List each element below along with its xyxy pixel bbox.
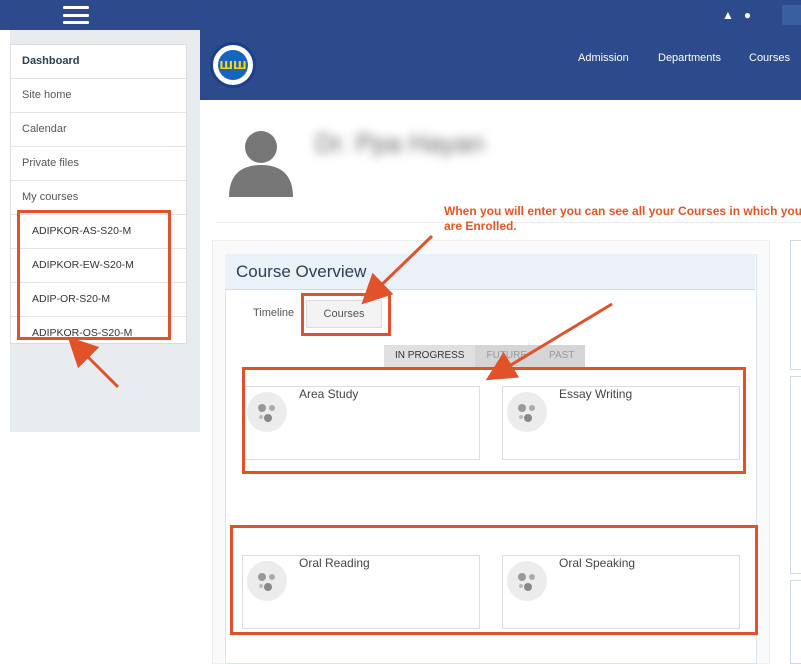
university-logo[interactable]: ШШ <box>210 42 256 88</box>
logo-emblem: ШШ <box>218 50 248 80</box>
annotation-box-courses-tab <box>301 293 391 336</box>
subtab-in-progress[interactable]: IN PROGRESS <box>384 345 476 367</box>
side-block-1 <box>790 240 801 370</box>
nav-admission[interactable]: Admission <box>578 52 629 64</box>
annotation-note: When you will enter you can see all your… <box>444 204 801 233</box>
side-block-2 <box>790 376 801 574</box>
annotation-box-courses-row-2 <box>230 525 758 635</box>
hamburger-menu-icon[interactable] <box>63 6 89 24</box>
nav-item-calendar[interactable]: Calendar <box>11 113 186 147</box>
profile-name: Dr. Ppa Hayan <box>315 128 485 158</box>
user-menu-avatar[interactable] <box>782 5 801 25</box>
annotation-box-sidebar-courses <box>17 210 171 340</box>
messages-icon[interactable]: ● <box>744 8 751 22</box>
nav-item-dashboard[interactable]: Dashboard <box>11 45 186 79</box>
user-avatar-icon <box>229 131 293 197</box>
nav-courses[interactable]: Courses <box>749 52 790 64</box>
side-block-3 <box>790 580 801 664</box>
subtab-past[interactable]: PAST <box>538 345 586 367</box>
site-header: ШШ Admission Departments Courses <box>200 30 801 100</box>
notification-bell-icon[interactable]: ▲ <box>722 8 734 22</box>
tab-timeline[interactable]: Timeline <box>253 307 294 319</box>
subtab-future[interactable]: FUTURE <box>475 345 539 367</box>
nav-item-site-home[interactable]: Site home <box>11 79 186 113</box>
annotation-box-courses-row-1 <box>242 367 746 474</box>
top-navbar: ▲ ● <box>0 0 801 30</box>
nav-item-private-files[interactable]: Private files <box>11 147 186 181</box>
course-overview-title: Course Overview <box>236 262 367 281</box>
nav-departments[interactable]: Departments <box>658 52 721 64</box>
course-status-tabs: IN PROGRESS FUTURE PAST <box>384 345 586 367</box>
